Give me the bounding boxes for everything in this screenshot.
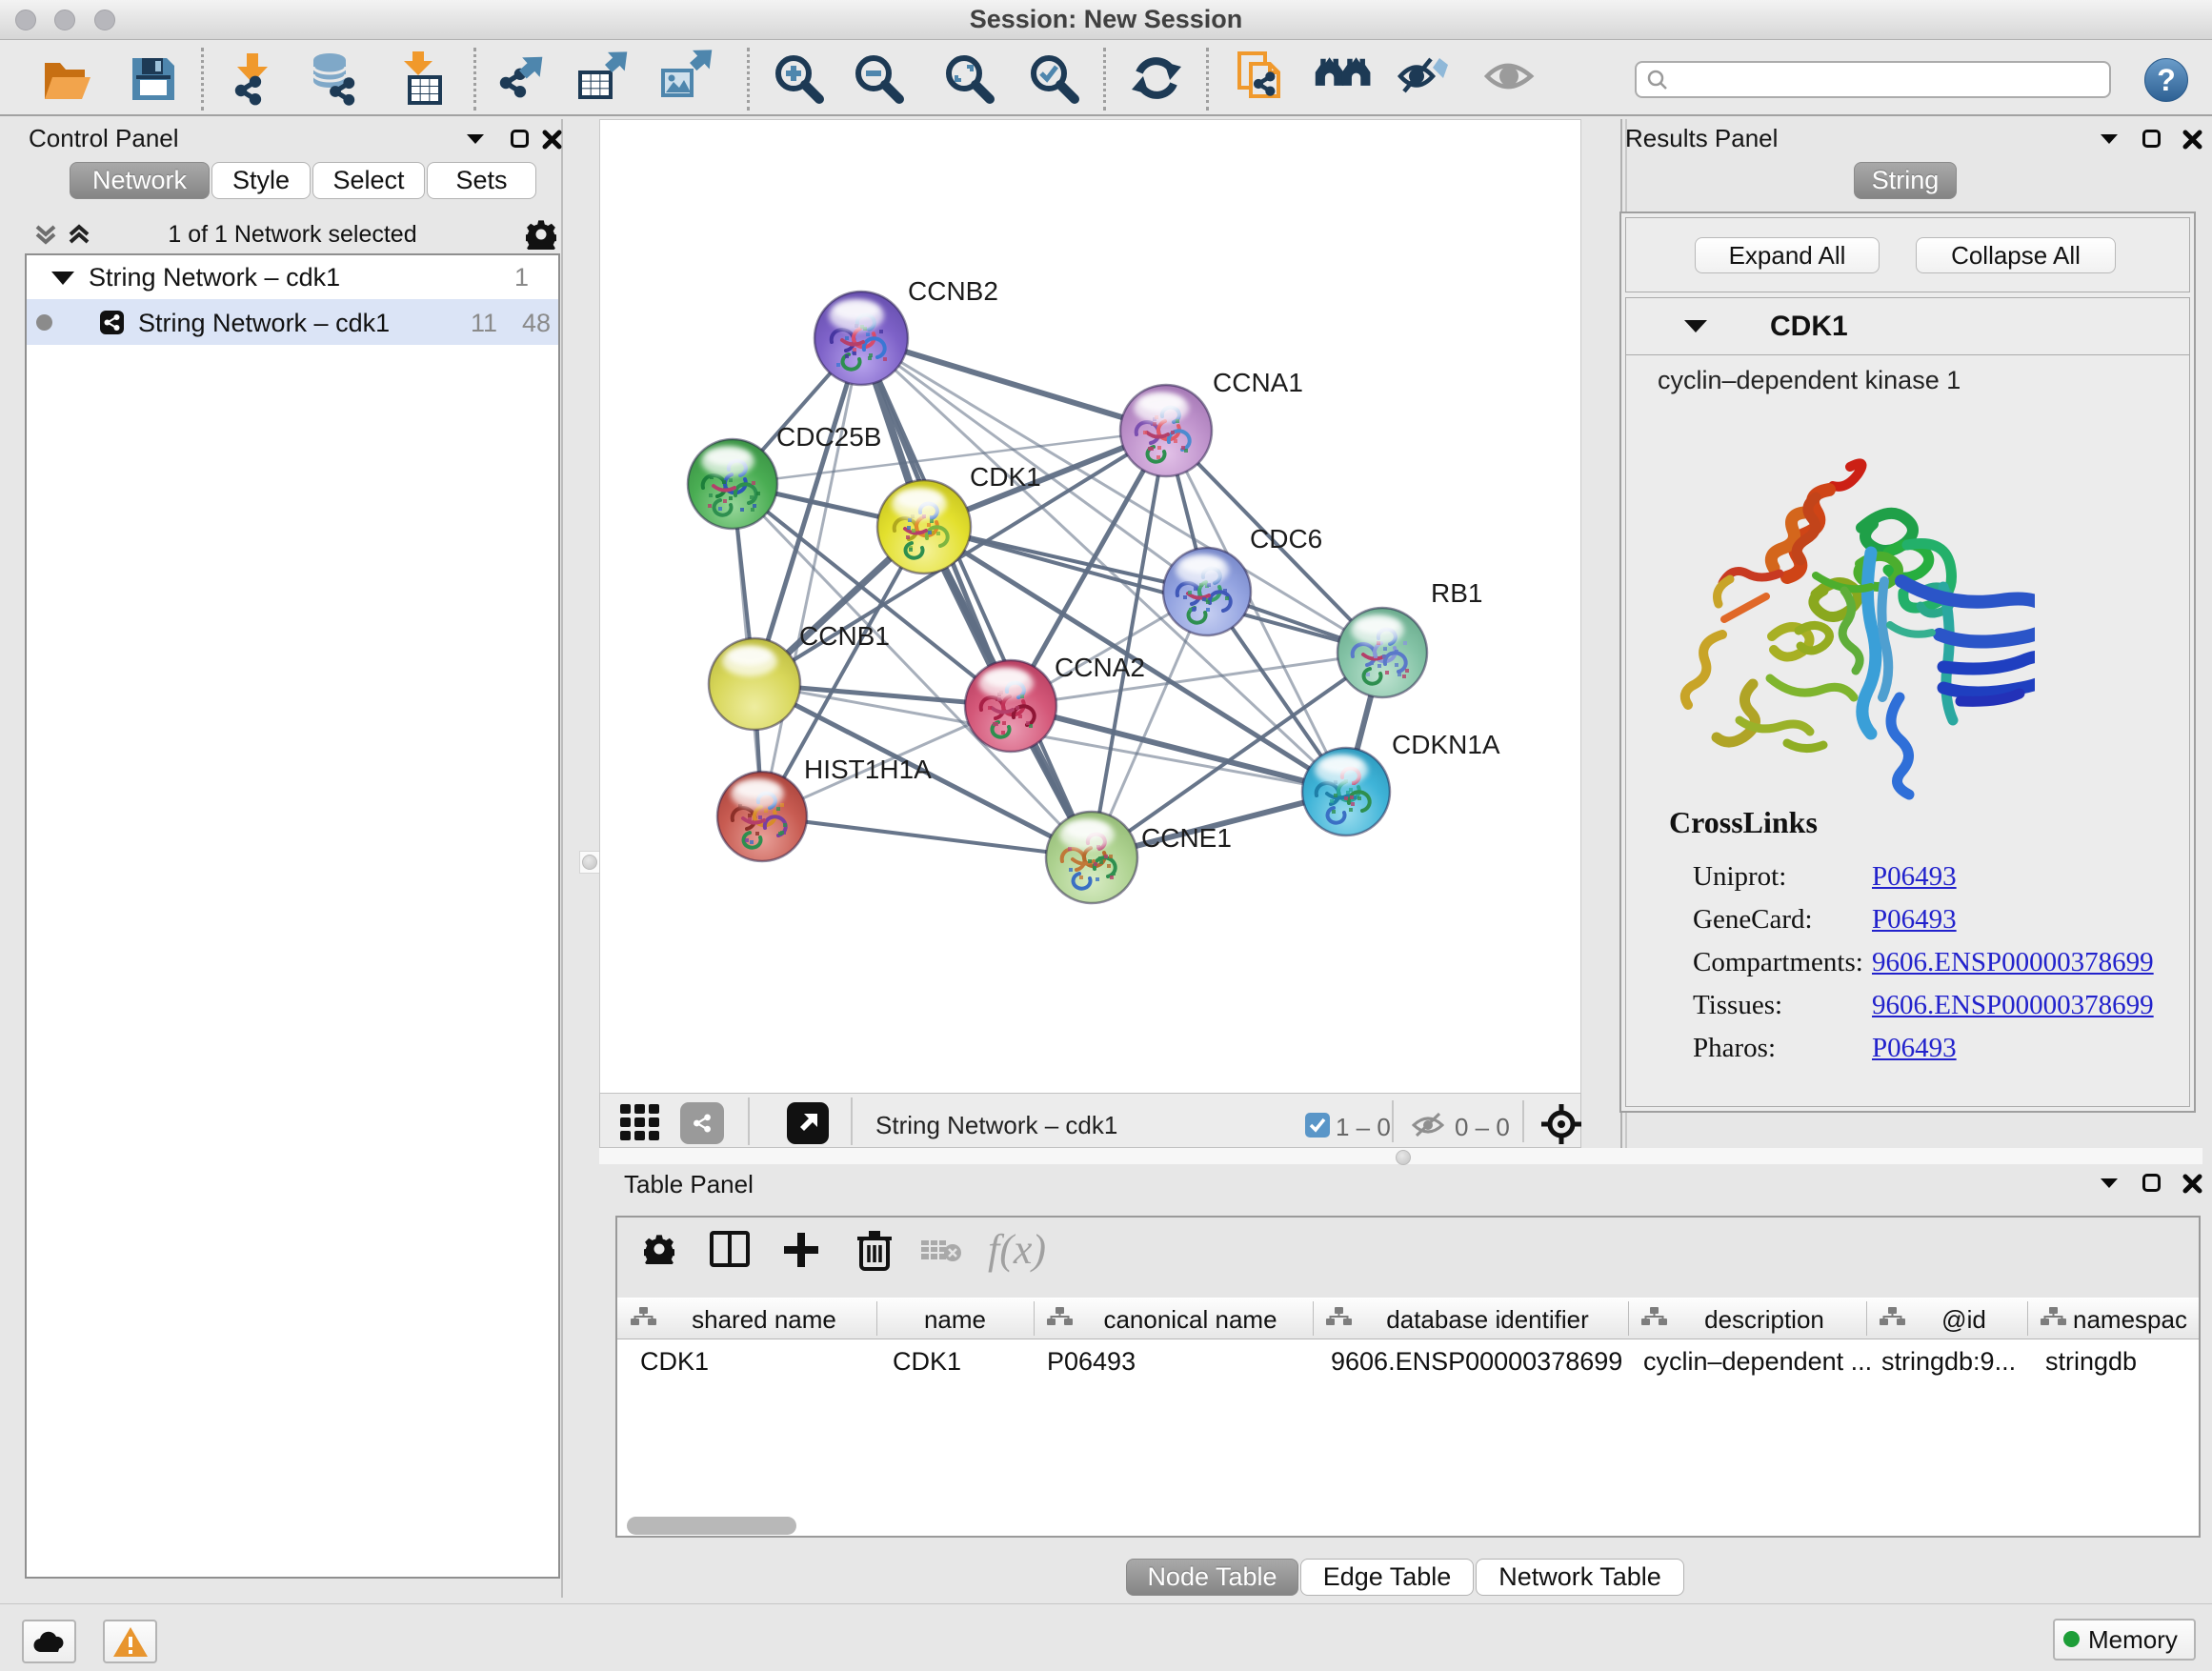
svg-text:CDC25B: CDC25B: [776, 422, 881, 452]
svg-text:CCNB2: CCNB2: [908, 276, 998, 306]
svg-text:CDKN1A: CDKN1A: [1392, 730, 1500, 759]
svg-text:CCNA1: CCNA1: [1213, 368, 1303, 397]
svg-text:RB1: RB1: [1431, 578, 1482, 608]
svg-text:CCNA2: CCNA2: [1055, 653, 1145, 682]
svg-text:CCNB1: CCNB1: [799, 621, 890, 651]
svg-text:CDC6: CDC6: [1250, 524, 1322, 554]
svg-text:HIST1H1A: HIST1H1A: [804, 755, 932, 784]
svg-text:CCNE1: CCNE1: [1141, 823, 1232, 853]
svg-text:CDK1: CDK1: [970, 462, 1041, 492]
